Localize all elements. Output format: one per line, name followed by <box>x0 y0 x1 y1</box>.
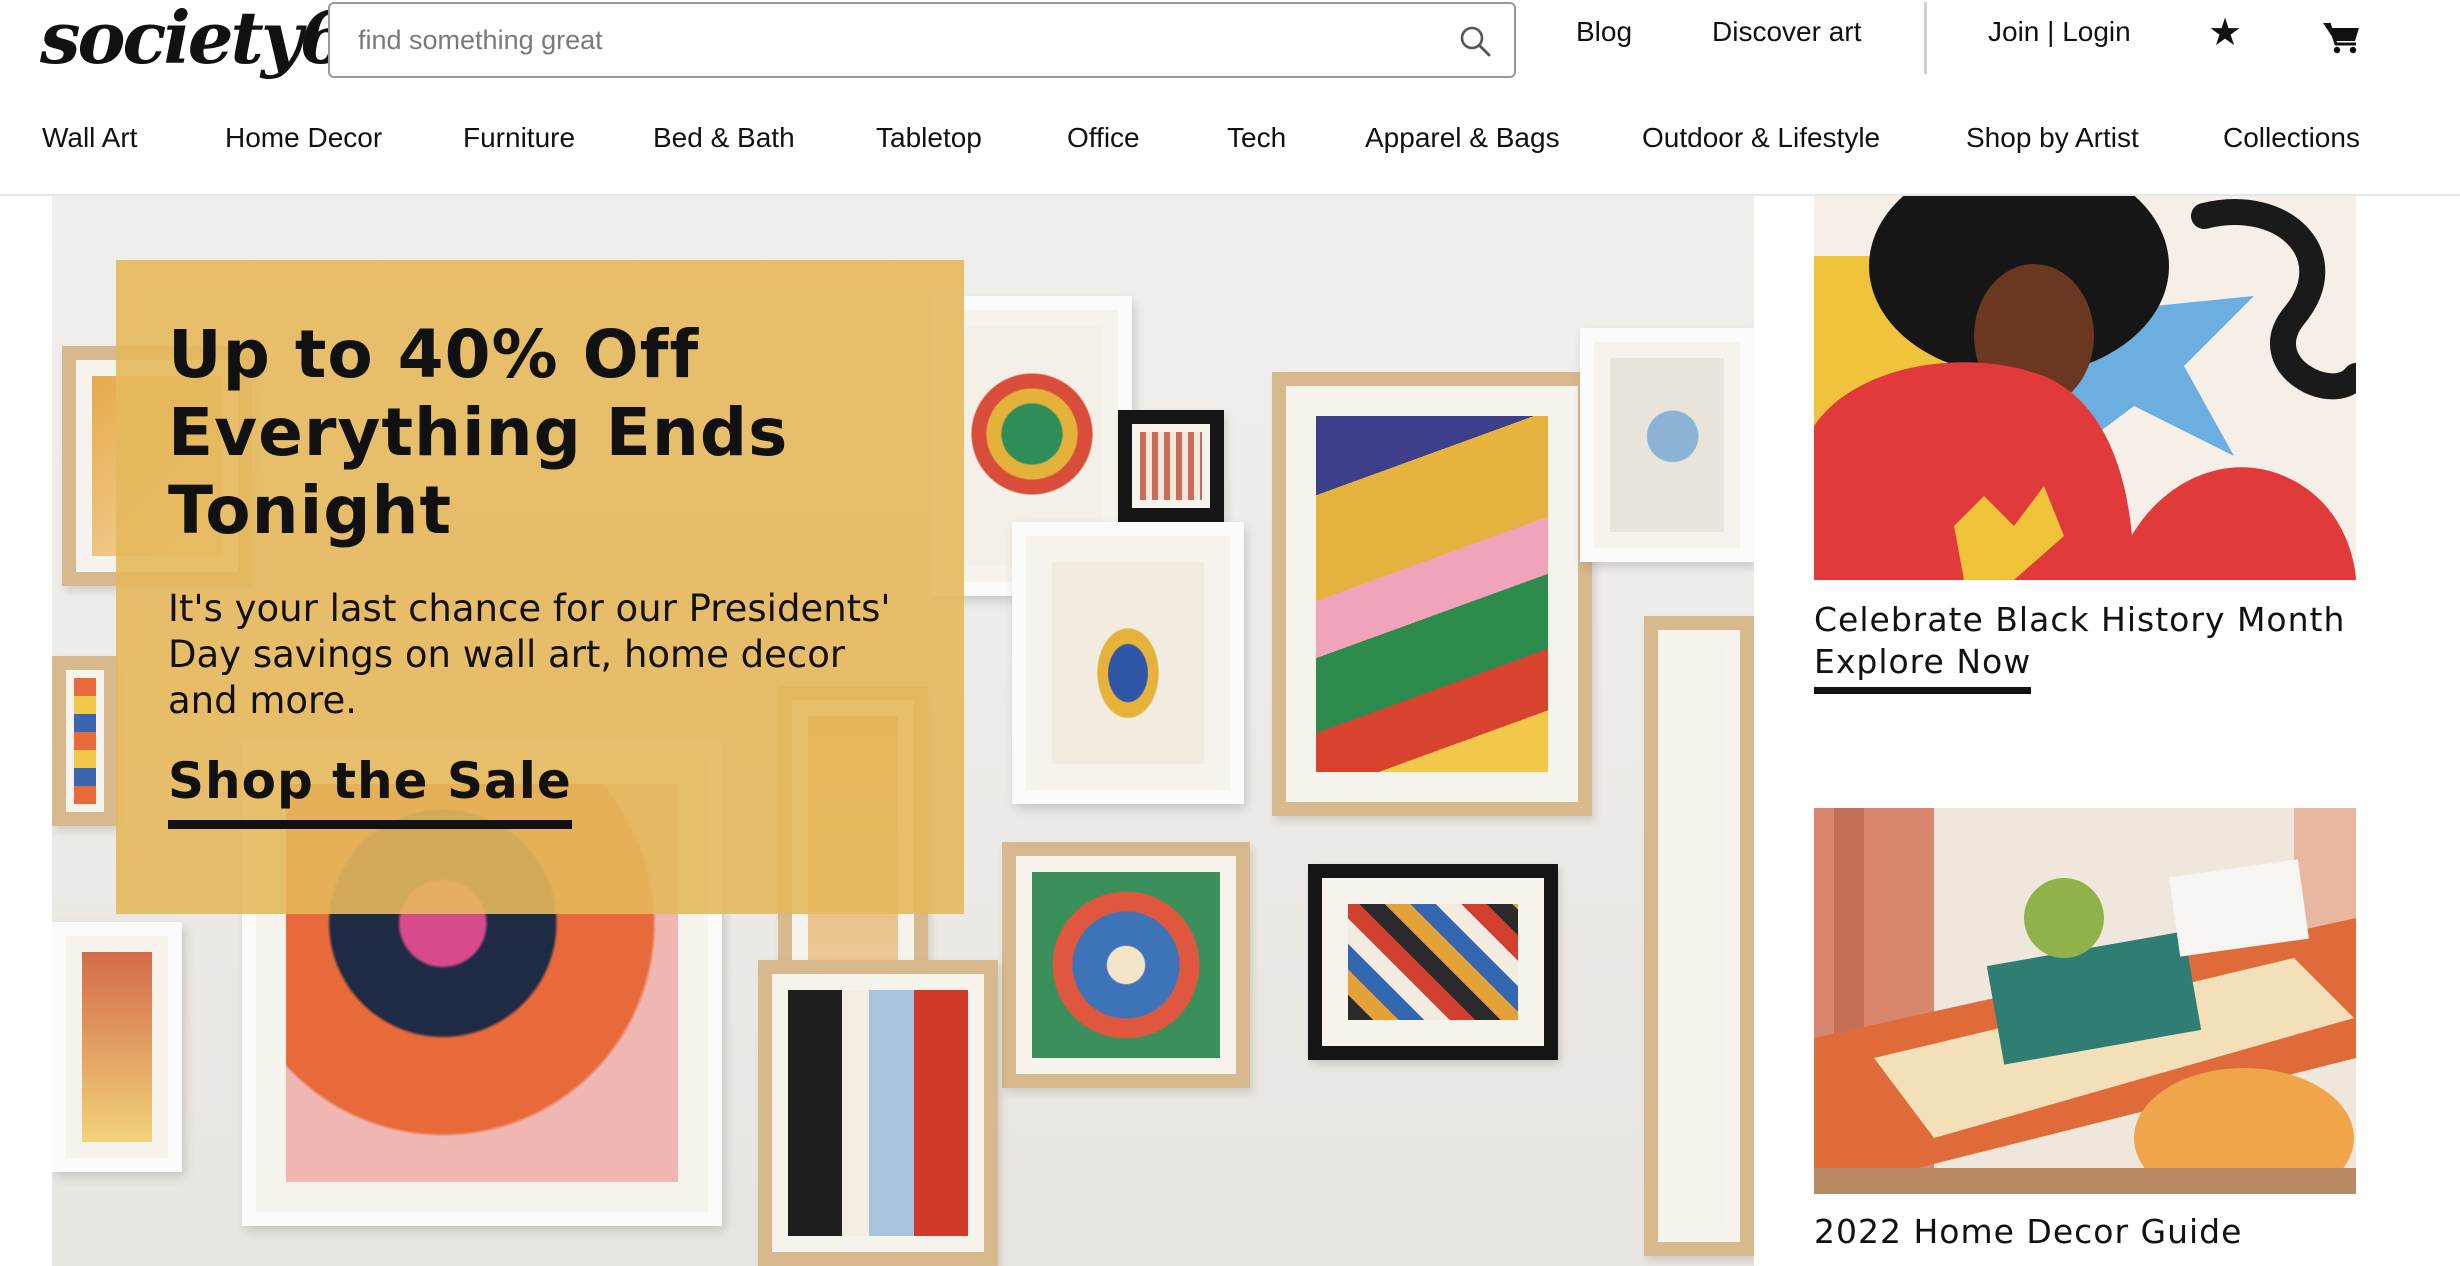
framed-print <box>1012 522 1244 804</box>
home-decor-photo <box>1814 808 2356 1194</box>
framed-print <box>52 922 182 1172</box>
framed-print <box>1580 328 1754 562</box>
star-icon[interactable]: ★ <box>2208 14 2242 52</box>
black-history-illustration <box>1814 196 2356 580</box>
framed-print <box>1308 864 1558 1060</box>
nav-office[interactable]: Office <box>1067 122 1140 154</box>
promo-card-home-decor-guide[interactable]: 2022 Home Decor Guide <box>1814 808 2356 1266</box>
nav-furniture[interactable]: Furniture <box>463 122 575 154</box>
search-icon[interactable] <box>1458 24 1492 58</box>
framed-print <box>1272 372 1592 816</box>
framed-print <box>52 656 118 826</box>
promo-description: It's your last chance for our Presidents… <box>168 586 908 724</box>
promo-headline-line: Everything Ends <box>168 394 789 471</box>
site-logo[interactable]: society6 <box>40 2 350 74</box>
explore-now-link[interactable]: Explore Now <box>1814 642 2032 694</box>
card-title: Celebrate Black History Month <box>1814 600 2346 639</box>
blog-link[interactable]: Blog <box>1576 16 1632 48</box>
nav-apparel-bags[interactable]: Apparel & Bags <box>1365 122 1560 154</box>
site-header: society6 Blog Discover art Join | Login … <box>0 0 2460 196</box>
nav-collections[interactable]: Collections <box>2223 122 2360 154</box>
promo-panel: Up to 40% Off Everything Ends Tonight It… <box>116 260 964 914</box>
nav-shop-by-artist[interactable]: Shop by Artist <box>1966 122 2139 154</box>
nav-bed-bath[interactable]: Bed & Bath <box>653 122 795 154</box>
shop-the-sale-link[interactable]: Shop the Sale <box>168 752 572 829</box>
promo-card-black-history[interactable]: Celebrate Black History Month Explore No… <box>1814 196 2356 716</box>
nav-outdoor-lifestyle[interactable]: Outdoor & Lifestyle <box>1642 122 1880 154</box>
hero-banner[interactable]: Up to 40% Off Everything Ends Tonight It… <box>52 196 1754 1266</box>
card-title: 2022 Home Decor Guide <box>1814 1212 2243 1251</box>
framed-print <box>1002 842 1250 1088</box>
join-login-link[interactable]: Join | Login <box>1988 16 2131 48</box>
nav-tech[interactable]: Tech <box>1227 122 1286 154</box>
promo-headline: Up to 40% Off Everything Ends Tonight <box>168 316 928 550</box>
nav-tabletop[interactable]: Tabletop <box>876 122 982 154</box>
promo-headline-line: Tonight <box>168 472 452 549</box>
nav-wall-art[interactable]: Wall Art <box>42 122 137 154</box>
header-divider <box>1924 2 1927 74</box>
nav-home-decor[interactable]: Home Decor <box>225 122 382 154</box>
cart-icon[interactable] <box>2322 20 2362 54</box>
promo-description-line: It's your last chance for our Presidents… <box>168 587 891 630</box>
search-input[interactable] <box>358 4 1408 76</box>
framed-print <box>758 960 998 1266</box>
category-nav: Wall Art Home Decor Furniture Bed & Bath… <box>0 118 2460 162</box>
framed-print <box>1118 410 1224 522</box>
promo-description-line: and more. <box>168 679 357 722</box>
promo-headline-line: Up to 40% Off <box>168 316 700 393</box>
search-bar[interactable] <box>328 2 1516 78</box>
promo-description-line: Day savings on wall art, home decor <box>168 633 846 676</box>
discover-art-link[interactable]: Discover art <box>1712 16 1861 48</box>
framed-print <box>1644 616 1754 1256</box>
